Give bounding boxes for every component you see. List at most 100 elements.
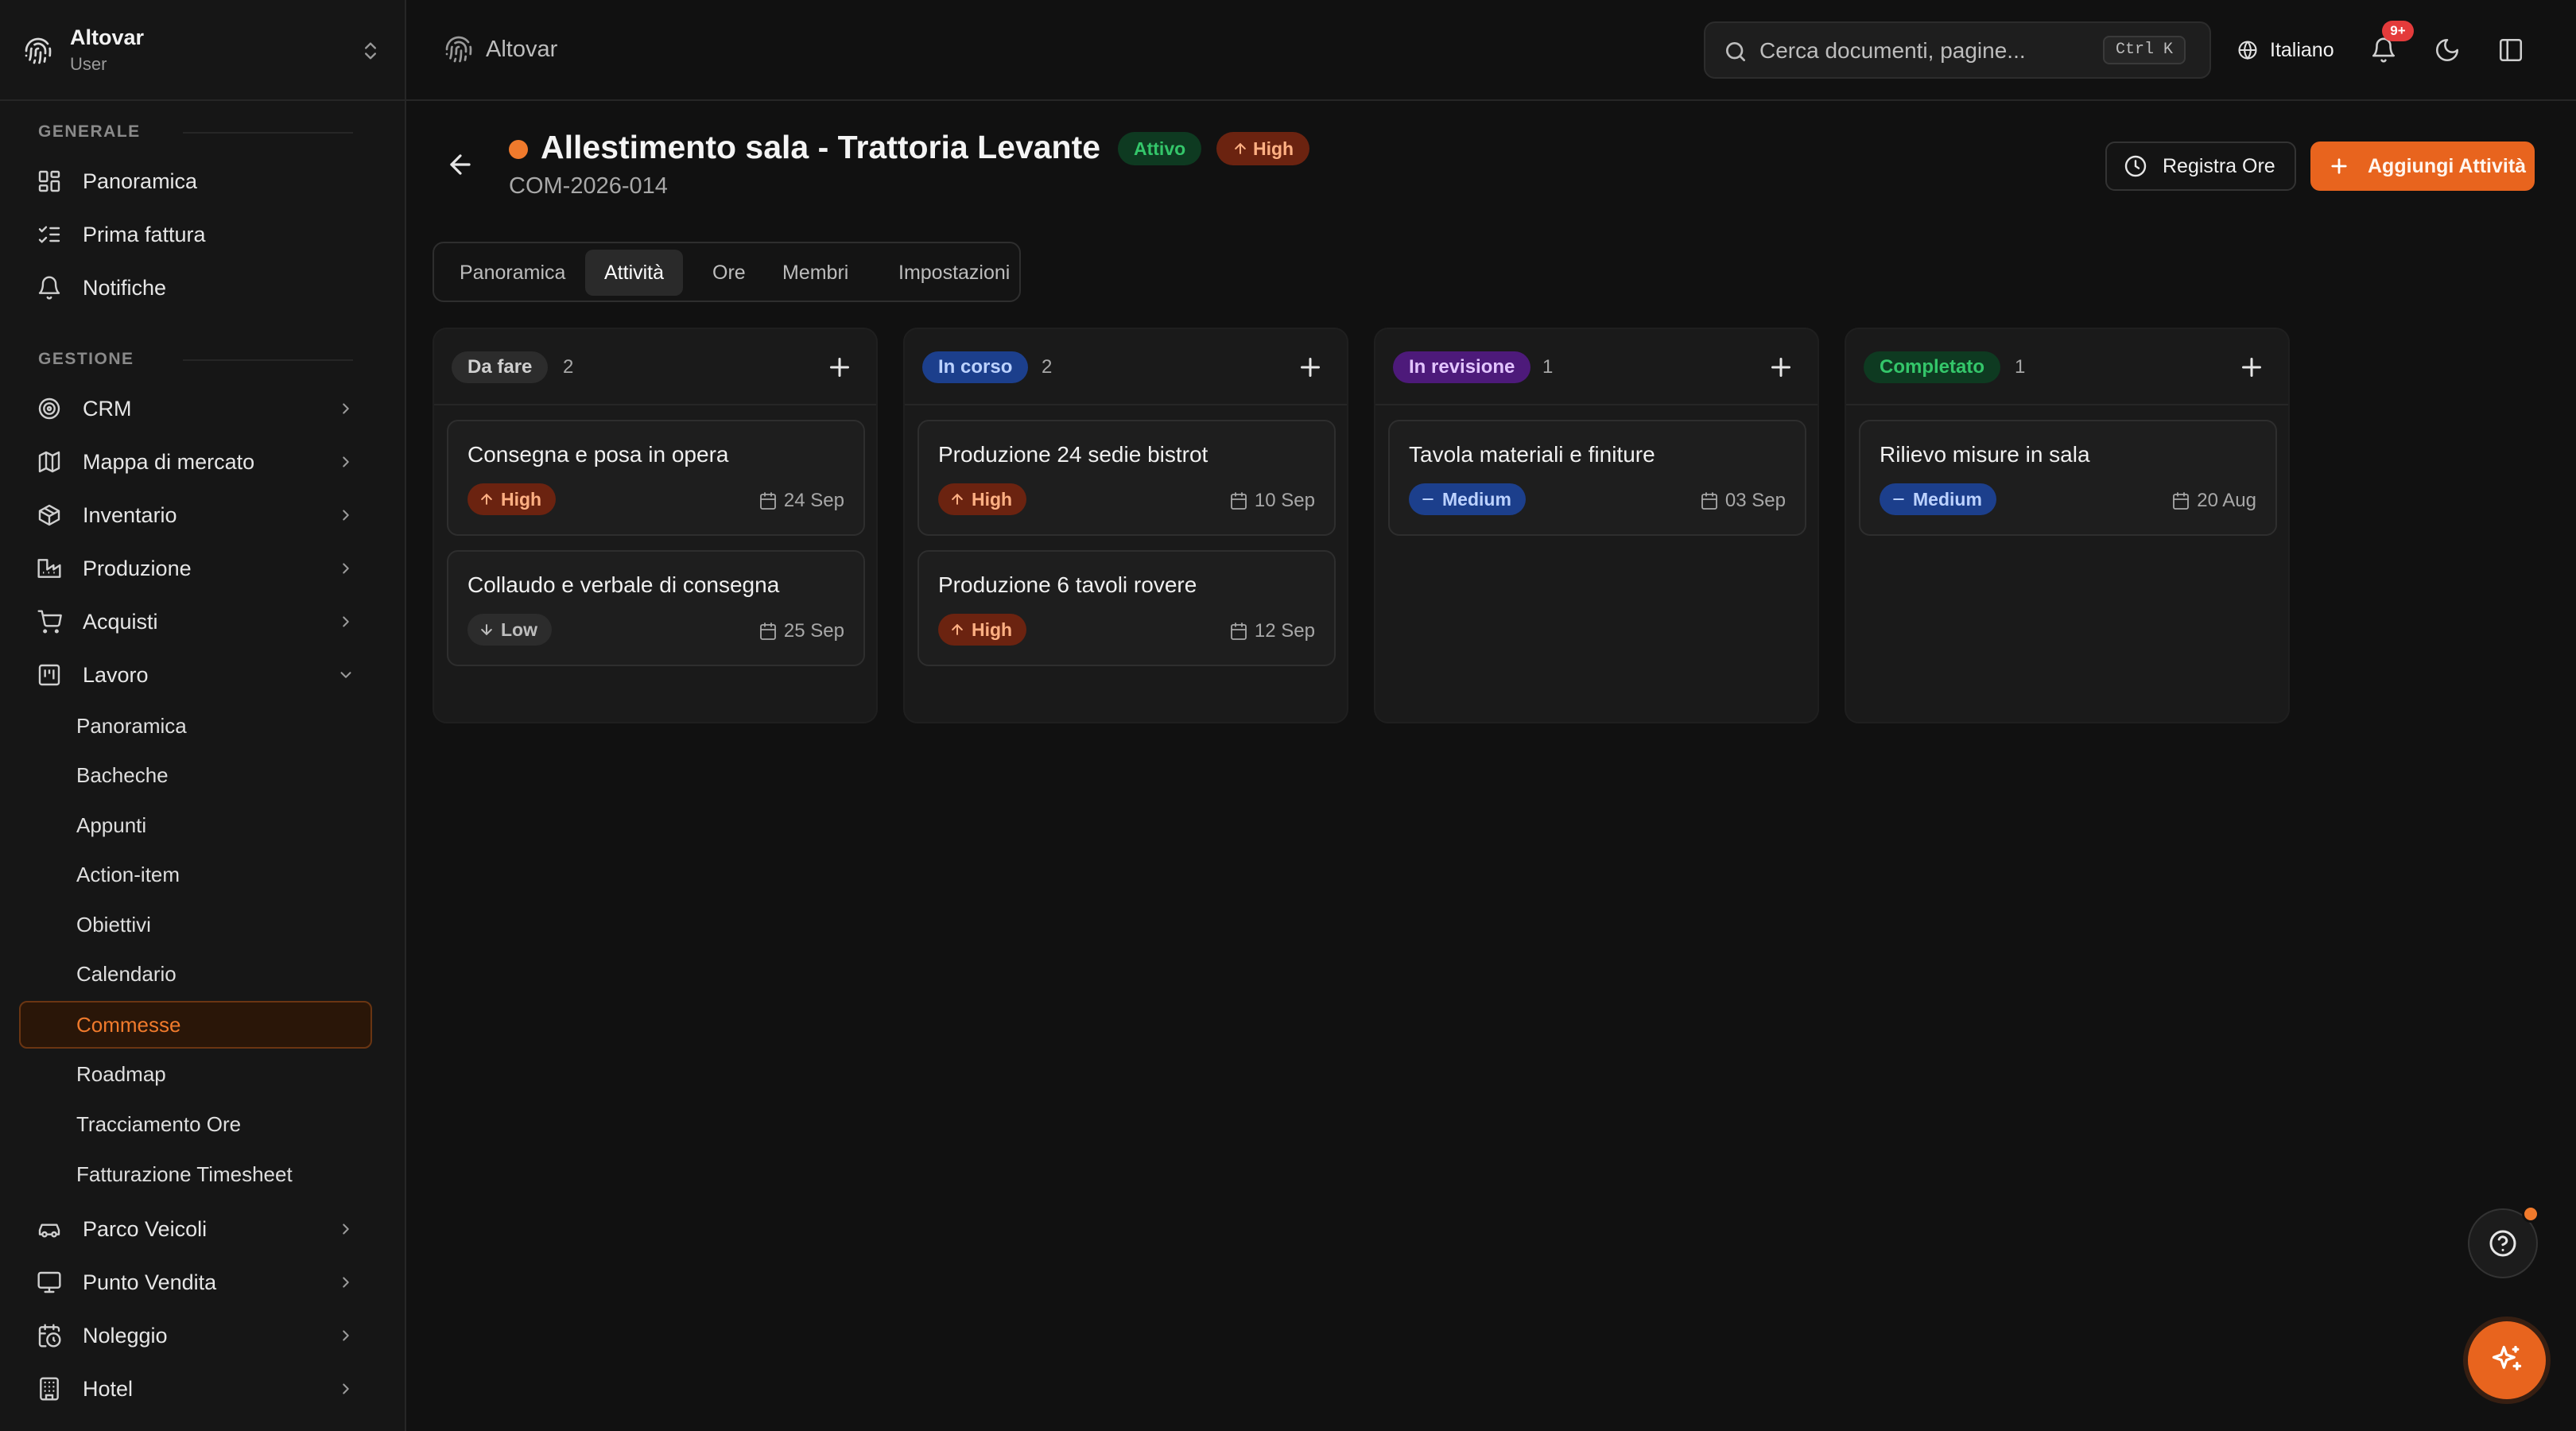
task-card[interactable]: Produzione 24 sedie bistrot High 10 Sep bbox=[918, 420, 1336, 536]
workspace-switcher[interactable]: Altovar User bbox=[0, 0, 405, 101]
sidebar-item-acquisti[interactable]: Acquisti bbox=[19, 597, 372, 646]
workspace-role: User bbox=[70, 54, 107, 74]
search-shortcut-hint: Ctrl K bbox=[2103, 36, 2186, 64]
kanban-column-in-corso: In corso 2 Produzione 24 sedie bistrot H… bbox=[903, 328, 1348, 723]
column-header: In corso 2 bbox=[905, 329, 1347, 405]
plus-icon[interactable] bbox=[825, 353, 854, 382]
add-activity-button[interactable]: Aggiungi Attività bbox=[2310, 142, 2535, 191]
sidebar-item-punto-vendita[interactable]: Punto Vendita bbox=[19, 1258, 372, 1307]
back-arrow-icon[interactable] bbox=[445, 149, 475, 180]
sidebar-subitem-tracciamento-ore[interactable]: Tracciamento Ore bbox=[19, 1100, 372, 1148]
tab-panoramica[interactable]: Panoramica bbox=[440, 250, 584, 296]
sidebar-subitem-calendario[interactable]: Calendario bbox=[19, 950, 372, 998]
sidebar-item-notifiche[interactable]: Notifiche bbox=[19, 263, 372, 312]
sparkles-icon bbox=[2492, 1345, 2522, 1371]
sidebar-subitem-commesse[interactable]: Commesse bbox=[19, 1001, 372, 1049]
sidebar-subitem-obiettivi[interactable]: Obiettivi bbox=[19, 901, 372, 948]
search-box[interactable]: Ctrl K bbox=[1704, 21, 2211, 79]
search-input[interactable] bbox=[1758, 34, 2092, 68]
language-label: Italiano bbox=[2270, 38, 2334, 61]
sidebar-subitem-action-item[interactable]: Action-item bbox=[19, 851, 372, 898]
sidebar-subitem-label: Commesse bbox=[76, 1012, 181, 1037]
sidebar-item-label: Acquisti bbox=[83, 609, 158, 634]
chevron-right-icon bbox=[343, 1277, 349, 1288]
priority-label: Low bbox=[501, 619, 537, 640]
map-icon bbox=[38, 451, 60, 473]
sidebar-subitem-label: Tracciamento Ore bbox=[76, 1111, 242, 1136]
task-card[interactable]: Produzione 6 tavoli rovere High 12 Sep bbox=[918, 550, 1336, 666]
tab-ore[interactable]: Ore bbox=[693, 250, 765, 296]
tab-membri[interactable]: Membri bbox=[763, 250, 867, 296]
sidebar-subitem-fatturazione-timesheet[interactable]: Fatturazione Timesheet bbox=[19, 1150, 372, 1198]
sidebar-item-panoramica[interactable]: Panoramica bbox=[19, 157, 372, 206]
plus-icon[interactable] bbox=[2237, 353, 2266, 382]
priority-badge: High bbox=[467, 483, 557, 515]
sidebar-item-hotel[interactable]: Hotel bbox=[19, 1364, 372, 1414]
minus-icon bbox=[1422, 498, 1433, 500]
due-date: 24 Sep bbox=[758, 490, 844, 512]
sidebar-item-produzione[interactable]: Produzione bbox=[19, 544, 372, 593]
tab-attivita[interactable]: Attività bbox=[585, 250, 684, 296]
sidebar-item-prima-fattura[interactable]: Prima fattura bbox=[19, 210, 372, 259]
task-card[interactable]: Consegna e posa in opera High 24 Sep bbox=[447, 420, 865, 536]
sidebar-item-label: Prima fattura bbox=[83, 222, 206, 246]
plus-icon[interactable] bbox=[1296, 353, 1325, 382]
tab-impostazioni[interactable]: Impostazioni bbox=[879, 250, 1029, 296]
calendar-icon bbox=[760, 622, 776, 640]
chevrons-up-down-icon bbox=[365, 42, 376, 60]
sidebar-subitem-label: Panoramica bbox=[76, 713, 187, 738]
sidebar-item-parco-veicoli[interactable]: Parco Veicoli bbox=[19, 1204, 372, 1254]
priority-label: Medium bbox=[1913, 489, 1982, 510]
notifications-badge: 9+ bbox=[2382, 21, 2414, 41]
due-date-label: 10 Sep bbox=[1254, 490, 1315, 511]
column-count: 1 bbox=[1542, 356, 1554, 378]
arrow-up-icon bbox=[1235, 143, 1246, 154]
sidebar-subitem-panoramica[interactable]: Panoramica bbox=[19, 702, 372, 750]
sidebar-item-lavoro[interactable]: Lavoro bbox=[19, 650, 372, 700]
column-header: In revisione 1 bbox=[1375, 329, 1818, 405]
due-date: 10 Sep bbox=[1229, 490, 1315, 512]
ai-assistant-button[interactable] bbox=[2468, 1321, 2546, 1399]
toggle-panel-button[interactable] bbox=[2489, 29, 2532, 72]
sidebar-item-inventario[interactable]: Inventario bbox=[19, 491, 372, 540]
due-date-label: 25 Sep bbox=[783, 620, 844, 642]
sidebar-item-mappa-di-mercato[interactable]: Mappa di mercato bbox=[19, 437, 372, 487]
sidebar-item-label: Hotel bbox=[83, 1376, 134, 1401]
column-header: Completato 1 bbox=[1846, 329, 2288, 405]
status-badge: Attivo bbox=[1118, 132, 1202, 165]
theme-toggle-button[interactable] bbox=[2426, 29, 2469, 72]
sidebar-item-label: Produzione bbox=[83, 556, 192, 580]
layout-dashboard-icon bbox=[38, 170, 60, 192]
cart-icon bbox=[37, 610, 62, 634]
chevron-right-icon bbox=[343, 1330, 349, 1341]
due-date: 03 Sep bbox=[1700, 490, 1786, 512]
sidebar-item-label: Lavoro bbox=[83, 662, 149, 687]
log-hours-label: Registra Ore bbox=[2163, 154, 2275, 177]
sidebar-item-noleggio[interactable]: Noleggio bbox=[19, 1311, 372, 1360]
priority-label: High bbox=[501, 489, 542, 510]
task-card[interactable]: Tavola materiali e finiture Medium 03 Se… bbox=[1388, 420, 1806, 536]
breadcrumb-app-title[interactable]: Altovar bbox=[486, 37, 557, 63]
sidebar-subitem-roadmap[interactable]: Roadmap bbox=[19, 1050, 372, 1098]
arrow-up-icon bbox=[952, 494, 963, 505]
sidebar-subitem-label: Obiettivi bbox=[76, 912, 151, 937]
kanban-column-in-revisione: In revisione 1 Tavola materiali e finitu… bbox=[1374, 328, 1819, 723]
column-status-pill: In corso bbox=[922, 351, 1029, 383]
arrow-down-icon bbox=[481, 624, 492, 635]
list-checks-icon bbox=[38, 226, 60, 243]
language-selector[interactable]: Italiano bbox=[2237, 32, 2334, 68]
sidebar-subitem-bacheche[interactable]: Bacheche bbox=[19, 751, 372, 799]
sidebar-subitem-appunti[interactable]: Appunti bbox=[19, 801, 372, 849]
task-card[interactable]: Collaudo e verbale di consegna Low 25 Se… bbox=[447, 550, 865, 666]
task-card[interactable]: Rilievo misure in sala Medium 20 Aug bbox=[1859, 420, 2277, 536]
sidebar-item-crm[interactable]: CRM bbox=[19, 384, 372, 433]
task-title: Produzione 6 tavoli rovere bbox=[938, 572, 1197, 597]
log-hours-button[interactable]: Registra Ore bbox=[2105, 142, 2296, 191]
clock-icon bbox=[2124, 155, 2147, 177]
chevron-right-icon bbox=[343, 616, 349, 627]
plus-icon[interactable] bbox=[1767, 353, 1795, 382]
due-date-label: 03 Sep bbox=[1724, 490, 1786, 511]
due-date-label: 24 Sep bbox=[783, 490, 844, 511]
fingerprint-icon bbox=[445, 36, 472, 63]
sidebar-item-label: Notifiche bbox=[83, 275, 167, 300]
